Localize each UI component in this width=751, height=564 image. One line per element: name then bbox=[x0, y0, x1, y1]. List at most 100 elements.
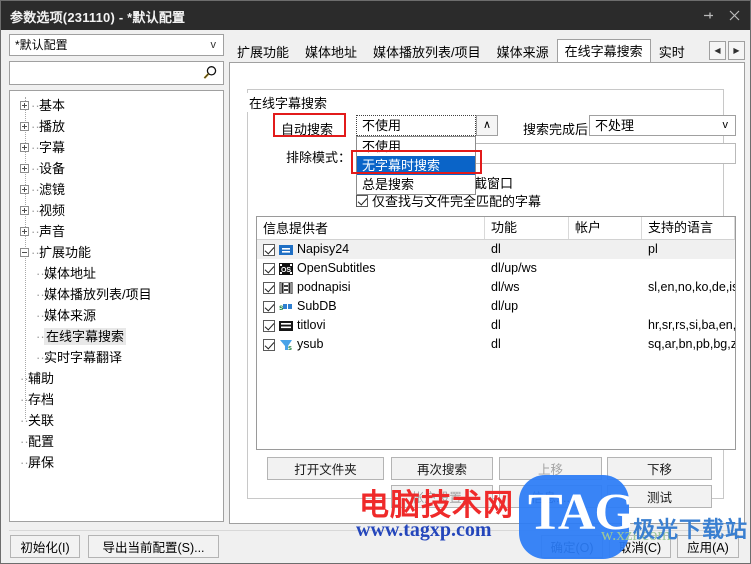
tab-5[interactable]: 在线字幕搜索 bbox=[556, 39, 651, 63]
ok-button[interactable]: 确定(O) bbox=[541, 535, 603, 558]
table-row[interactable]: OS OpenSubtitles dl/up/ws bbox=[257, 259, 735, 278]
titlovi-icon bbox=[279, 319, 293, 332]
tree-expander-icon[interactable] bbox=[20, 122, 29, 132]
tree-expander-icon[interactable] bbox=[20, 185, 29, 195]
sidebar-item-label: 辅助 bbox=[28, 371, 55, 387]
table-row[interactable]: sysubdlsq,ar,bn,pb,bg,zh,hr,cs,d... bbox=[257, 335, 735, 354]
provider-checkbox-icon[interactable] bbox=[263, 319, 275, 332]
provider-cell[interactable]: Napisy24 bbox=[257, 240, 485, 259]
sidebar-item[interactable]: ···媒体来源 bbox=[10, 304, 223, 325]
provider-functions: dl bbox=[491, 318, 501, 332]
sidebar-item[interactable]: ···媒体播放列表/项目 bbox=[10, 283, 223, 304]
provider-checkbox-icon[interactable] bbox=[263, 338, 275, 351]
providers-list[interactable]: 信息提供者 功能 帐户 支持的语言 Napisy24 dl pl OS OpenSubt… bbox=[256, 216, 736, 450]
account-settings-button[interactable]: 帐户设置... bbox=[391, 485, 493, 508]
initialize-button[interactable]: 初始化(I) bbox=[10, 535, 80, 558]
pin-icon[interactable] bbox=[696, 5, 720, 25]
provider-cell[interactable]: s ysub bbox=[257, 335, 485, 354]
sidebar-item[interactable]: ··播放 bbox=[10, 115, 223, 136]
provider-checkbox-icon[interactable] bbox=[263, 262, 275, 275]
sidebar-item[interactable]: ···媒体地址 bbox=[10, 262, 223, 283]
close-icon[interactable] bbox=[722, 5, 746, 25]
export-config-button[interactable]: 导出当前配置(S)... bbox=[88, 535, 219, 558]
dropdown-option[interactable]: 不使用 bbox=[357, 137, 475, 156]
search-again-button[interactable]: 再次搜索 bbox=[391, 457, 493, 480]
provider-cell[interactable]: podnapisi bbox=[257, 278, 485, 297]
auto-search-select[interactable]: 不使用 bbox=[356, 115, 476, 136]
sidebar-item[interactable]: ···在线字幕搜索 bbox=[10, 325, 223, 346]
tab-6[interactable]: 实时 bbox=[651, 41, 693, 63]
sidebar-item[interactable]: ··基本 bbox=[10, 94, 223, 115]
sidebar-item-label: 滤镜 bbox=[39, 182, 66, 198]
tree-connector-icon: ··· bbox=[36, 329, 49, 345]
sidebar-item[interactable]: ···配置 bbox=[10, 430, 223, 451]
tree-expander-icon[interactable] bbox=[20, 227, 29, 237]
tree-connector-icon: ··· bbox=[36, 287, 49, 303]
provider-cell[interactable]: s SubDB bbox=[257, 297, 485, 316]
tab-label: 媒体播放列表/项目 bbox=[373, 45, 481, 60]
settings-tree[interactable]: ··基本 ··播放 ··字幕 ··设备 ··滤镜 ··视频 ··声音 ··扩展功能 ···媒体地… bbox=[9, 90, 224, 522]
search-icon bbox=[202, 65, 218, 84]
sidebar-item[interactable]: ··滤镜 bbox=[10, 178, 223, 199]
tree-expander-icon[interactable] bbox=[20, 143, 29, 153]
tab-4[interactable]: 媒体来源 bbox=[489, 41, 557, 63]
dropdown-option[interactable]: 无字幕时搜索 bbox=[357, 156, 475, 175]
tree-connector-icon: ··· bbox=[20, 434, 33, 450]
table-row[interactable]: Napisy24 dl pl bbox=[257, 240, 735, 259]
dropdown-option[interactable]: 总是搜索 bbox=[357, 175, 475, 194]
sidebar-item[interactable]: ···屏保 bbox=[10, 451, 223, 472]
provider-checkbox-icon[interactable] bbox=[263, 300, 275, 313]
after-search-select[interactable]: 不处理 v bbox=[589, 115, 736, 136]
table-row[interactable]: titlovi dl hr,sr,rs,si,ba,en,mk bbox=[257, 316, 735, 335]
column-header-provider[interactable]: 信息提供者 bbox=[257, 217, 485, 239]
sidebar-item-label: 关联 bbox=[28, 413, 55, 429]
provider-checkbox-icon[interactable] bbox=[263, 281, 275, 294]
sidebar-item[interactable]: ···辅助 bbox=[10, 367, 223, 388]
tree-expander-icon[interactable] bbox=[20, 164, 29, 174]
cancel-button[interactable]: 取消(C) bbox=[609, 535, 671, 558]
provider-cell[interactable]: OS OpenSubtitles bbox=[257, 259, 485, 278]
move-down-button[interactable]: 下移 bbox=[607, 457, 712, 480]
profile-select[interactable]: *默认配置 v bbox=[9, 34, 224, 56]
sidebar-item-label: 字幕 bbox=[39, 140, 66, 156]
tree-expander-icon[interactable] bbox=[20, 206, 29, 216]
open-folder-button[interactable]: 打开文件夹 bbox=[267, 457, 384, 480]
apply-button[interactable]: 应用(A) bbox=[677, 535, 739, 558]
provider-checkbox-icon[interactable] bbox=[263, 243, 275, 256]
tree-expander-icon[interactable] bbox=[20, 248, 29, 258]
sidebar: *默认配置 v ··基本 ··播放 ··字幕 ··设备 ··滤镜 ··视频 ··声音 ··扩展… bbox=[9, 34, 224, 524]
sidebar-item[interactable]: ···关联 bbox=[10, 409, 223, 430]
close-window-partial-label: 截窗口 bbox=[474, 176, 514, 191]
tree-connector-icon: ··· bbox=[36, 308, 49, 324]
auto-search-dropdown[interactable]: 不使用 无字幕时搜索 总是搜索 bbox=[356, 136, 476, 195]
tab-3[interactable]: 媒体播放列表/项目 bbox=[365, 41, 489, 63]
info-button[interactable]: 信息.... bbox=[499, 485, 602, 508]
column-header-functions[interactable]: 功能 bbox=[485, 217, 569, 239]
column-header-languages[interactable]: 支持的语言 bbox=[642, 217, 735, 239]
tab-2[interactable]: 媒体地址 bbox=[297, 41, 365, 63]
move-up-button[interactable]: 上移 bbox=[499, 457, 602, 480]
provider-cell[interactable]: titlovi bbox=[257, 316, 485, 335]
sidebar-item[interactable]: ··字幕 bbox=[10, 136, 223, 157]
test-button[interactable]: 测试 bbox=[607, 485, 712, 508]
table-row[interactable]: s SubDB dl/up bbox=[257, 297, 735, 316]
sidebar-item[interactable]: ···存档 bbox=[10, 388, 223, 409]
sidebar-item-label: 媒体播放列表/项目 bbox=[44, 287, 152, 303]
column-header-account[interactable]: 帐户 bbox=[569, 217, 642, 239]
tree-expander-icon[interactable] bbox=[20, 101, 29, 111]
tab-scroll-right-icon[interactable]: ▶ bbox=[728, 41, 745, 60]
auto-search-select-arrow-button[interactable]: ∧ bbox=[476, 115, 498, 136]
sidebar-item[interactable]: ··设备 bbox=[10, 157, 223, 178]
dialog-body: *默认配置 v ··基本 ··播放 ··字幕 ··设备 ··滤镜 ··视频 ··声音 ··扩展… bbox=[1, 30, 750, 563]
sidebar-item[interactable]: ··扩展功能 bbox=[10, 241, 223, 262]
checkbox-icon bbox=[356, 194, 368, 207]
tab-1[interactable]: 扩展功能 bbox=[229, 41, 297, 63]
search-input[interactable] bbox=[9, 61, 224, 85]
sidebar-item[interactable]: ···实时字幕翻译 bbox=[10, 346, 223, 367]
provider-languages: hr,sr,rs,si,ba,en,mk bbox=[648, 318, 735, 332]
svg-text:s: s bbox=[288, 345, 292, 351]
table-row[interactable]: podnapisi dl/ws sl,en,no,ko,de,is,cs,fr,it… bbox=[257, 278, 735, 297]
sidebar-item[interactable]: ··视频 bbox=[10, 199, 223, 220]
sidebar-item[interactable]: ··声音 bbox=[10, 220, 223, 241]
tab-scroll-left-icon[interactable]: ◀ bbox=[709, 41, 726, 60]
